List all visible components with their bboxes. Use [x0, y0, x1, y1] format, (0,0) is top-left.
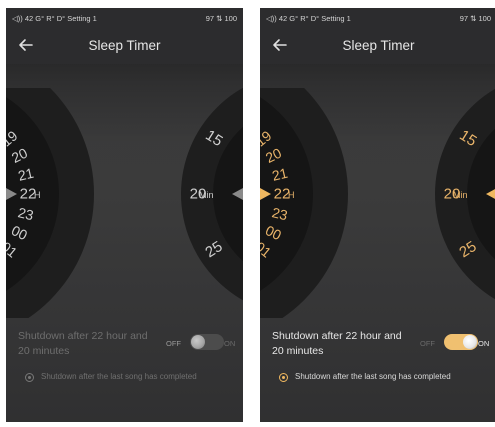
status-left-text: ◁)) 42 G° R° D° Setting 1	[266, 14, 351, 23]
back-arrow-icon[interactable]	[270, 35, 290, 55]
title-bar: Sleep Timer	[260, 28, 495, 64]
last-song-option-label[interactable]: Shutdown after the last song has complet…	[295, 372, 451, 381]
sleep-timer-screen-disabled: ◁)) 42 G° R° D° Setting 1 97 ⇅ 100 Sleep…	[6, 8, 243, 422]
shutdown-options: Shutdown after 22 hour and 20 minutes OF…	[260, 318, 495, 422]
last-song-option-label[interactable]: Shutdown after the last song has complet…	[41, 372, 197, 381]
status-left-text: ◁)) 42 G° R° D° Setting 1	[12, 14, 97, 23]
sleep-timer-toggle[interactable]	[190, 334, 224, 350]
sleep-timer-screen-enabled: ◁)) 42 G° R° D° Setting 1 97 ⇅ 100 Sleep…	[260, 8, 495, 422]
hour-unit-label: H	[34, 190, 41, 200]
shutdown-summary-text: Shutdown after 22 hour and 20 minutes	[272, 330, 402, 357]
timer-dials[interactable]: 181920212223000102 3025201510 H Min	[6, 88, 243, 318]
toggle-on-label: ON	[478, 339, 490, 348]
toggle-on-label: ON	[224, 339, 236, 348]
page-title: Sleep Timer	[88, 38, 161, 53]
toggle-off-label: OFF	[420, 339, 435, 348]
minute-unit-label: Min	[199, 190, 214, 200]
shutdown-summary-text: Shutdown after 22 hour and 20 minutes	[18, 330, 148, 357]
minute-unit-label: Min	[453, 190, 468, 200]
radio-dot	[282, 376, 285, 379]
title-bar: Sleep Timer	[6, 28, 243, 64]
status-bar: ◁)) 42 G° R° D° Setting 1 97 ⇅ 100	[260, 8, 495, 28]
sleep-timer-toggle[interactable]	[444, 334, 478, 350]
last-song-radio[interactable]	[279, 373, 288, 382]
last-song-radio[interactable]	[25, 373, 34, 382]
toggle-off-label: OFF	[166, 339, 181, 348]
radio-dot	[28, 376, 31, 379]
toggle-knob	[463, 335, 477, 349]
status-right-text: 97 ⇅ 100	[205, 14, 237, 23]
status-bar: ◁)) 42 G° R° D° Setting 1 97 ⇅ 100	[6, 8, 243, 28]
timer-dials[interactable]: 181920212223000102 3025201510 H Min	[260, 88, 495, 318]
hour-unit-label: H	[288, 190, 295, 200]
toggle-knob	[191, 335, 205, 349]
shutdown-options: Shutdown after 22 hour and 20 minutes OF…	[6, 318, 243, 422]
back-arrow-icon[interactable]	[16, 35, 36, 55]
page-title: Sleep Timer	[342, 38, 415, 53]
status-right-text: 97 ⇅ 100	[459, 14, 491, 23]
